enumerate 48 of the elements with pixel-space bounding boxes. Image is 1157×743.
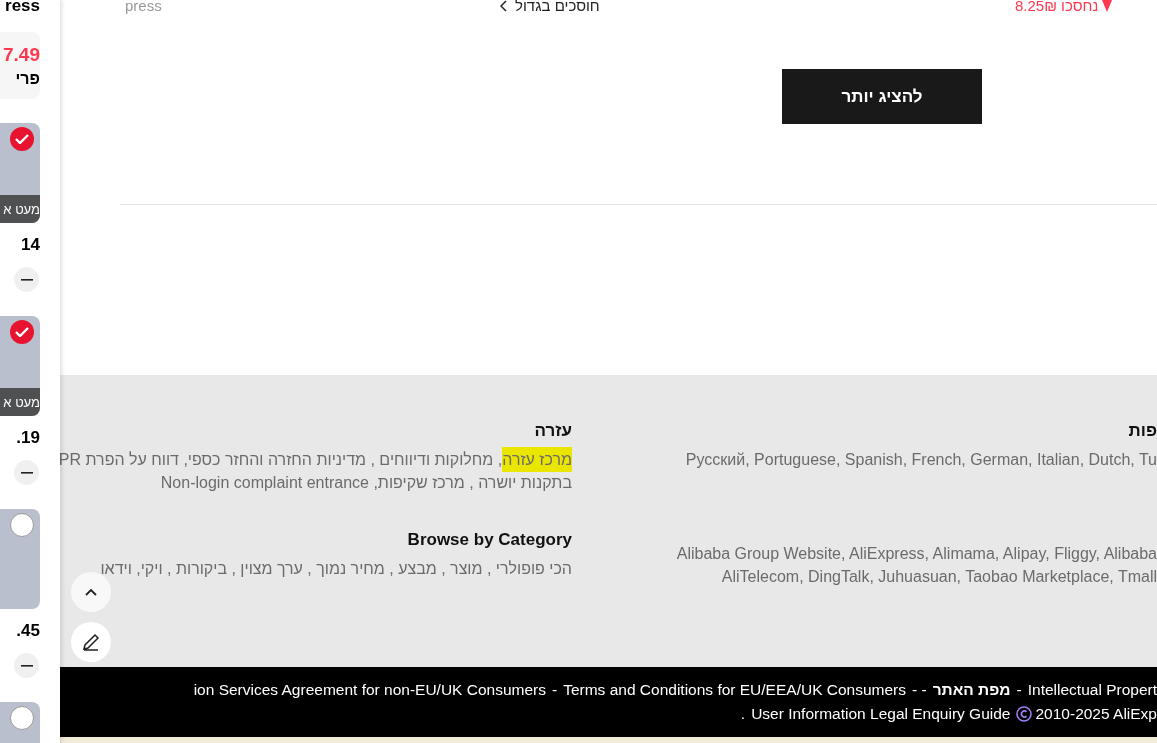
select-checkbox[interactable] (10, 127, 34, 151)
decrease-button[interactable] (14, 267, 39, 292)
product-photo[interactable]: מעט א (0, 316, 40, 416)
footer-links-text[interactable]: בתקנות יושרה , מרכז שקיפות, Non-login complaint entrance (160, 471, 572, 494)
items-label: פרי (15, 69, 40, 88)
footer-link[interactable]: Intellectual Propert (1027, 681, 1157, 699)
separator-text: - (552, 681, 558, 699)
footer-heading: Browse by Category (407, 530, 572, 550)
down-arrow-icon (1102, 0, 1113, 12)
footer-link[interactable]: ion Services Agreement for non-EU/UK Consumers (193, 681, 546, 699)
store-name: ress (4, 0, 40, 16)
low-stock-label: מעט א (0, 195, 40, 223)
footer-heading: עזרה (534, 421, 572, 441)
minus-icon (20, 471, 33, 474)
check-icon (15, 327, 29, 337)
footer-heading: פות (1128, 421, 1157, 441)
footer-link[interactable]: מפת האתר (932, 681, 1011, 699)
show-more-button[interactable]: להציג יותר (782, 69, 982, 124)
product-photo[interactable]: מעט א (0, 123, 40, 223)
check-icon (15, 134, 29, 144)
minus-icon (20, 278, 33, 281)
separator-text: - - (912, 681, 927, 699)
footer-links-text[interactable]: AliTelecom, DingTalk, Juhuasuan, Taobao Marketplace, Tmall (721, 565, 1157, 588)
footer-link[interactable]: Terms and Conditions for EU/EEA/UK Consumers (563, 681, 907, 699)
minus-icon (20, 664, 33, 667)
footer-links-text[interactable]: מרכז עזרה, מחלוקות ודיווחים , מדיניות החזרה והחזר כספי, דווח על הפרת PR (60, 448, 572, 471)
footer-link[interactable]: User Information Legal Enquiry Guide (751, 705, 1011, 723)
footer-links-text[interactable]: Русский, Portuguese, Spanish, French, German, Italian, Dutch, Tu (685, 448, 1157, 471)
product-price: .19 (16, 428, 40, 448)
low-stock-label: מעט א (0, 388, 40, 416)
chevron-up-icon (85, 588, 97, 596)
decrease-button[interactable] (14, 460, 39, 485)
select-checkbox[interactable] (10, 706, 34, 730)
select-checkbox[interactable] (10, 513, 34, 537)
pencil-icon (81, 632, 101, 652)
total-price: 7.49 (3, 43, 40, 66)
copyright-text: 2010-2025 AliExp (1016, 705, 1157, 723)
savings-text: נחסכו 8.25₪ (1015, 0, 1157, 13)
decrease-button[interactable] (14, 653, 39, 678)
separator-text: - (1016, 681, 1022, 699)
separator-text: . (740, 705, 746, 723)
footer-links-text[interactable]: Alibaba Group Website, AliExpress, Alimama, Alipay, Fliggy, Alibaba (676, 542, 1157, 565)
footer-links-text[interactable]: הכי פופולרי , מוצר , מבצע , מחיר נמוך , ערך מצוין , ביקורות , ויקי, וידאו (100, 557, 572, 580)
chevron-left-icon (500, 0, 507, 12)
product-price: .45 (16, 621, 40, 641)
select-checkbox[interactable] (10, 320, 34, 344)
product-price: 14 (21, 235, 40, 255)
copyright-icon (1016, 706, 1033, 722)
